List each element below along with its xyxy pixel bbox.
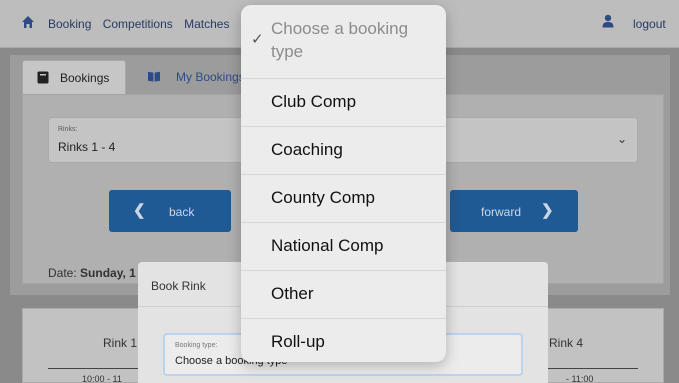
dropdown-option-label: Roll-up	[271, 332, 325, 351]
nav-booking-link[interactable]: Booking	[48, 17, 91, 31]
chevron-down-icon: ⌄	[617, 132, 628, 146]
dropdown-option-placeholder[interactable]: ✓ Choose a booking type	[241, 5, 446, 79]
tab-bookings[interactable]: Bookings	[22, 60, 126, 94]
book-icon	[37, 71, 49, 84]
tab-my-bookings[interactable]: My Bookings	[134, 60, 254, 94]
date-label: Date:	[48, 266, 77, 280]
forward-button-label: forward	[481, 205, 522, 219]
booking-type-dropdown: ✓ Choose a booking type Club Comp Coachi…	[241, 5, 446, 362]
booking-type-label: Booking type:	[175, 342, 218, 349]
nav-matches-link[interactable]: Matches	[184, 17, 229, 31]
dropdown-option-national-comp[interactable]: National Comp	[241, 223, 446, 271]
dropdown-option-club-comp[interactable]: Club Comp	[241, 79, 446, 127]
rink-1-header: Rink 1	[103, 336, 138, 350]
tab-bookings-label: Bookings	[60, 71, 110, 85]
dropdown-option-coaching[interactable]: Coaching	[241, 127, 446, 175]
checkmark-icon: ✓	[251, 31, 264, 48]
modal-title: Book Rink	[151, 279, 206, 293]
back-button[interactable]: ❮ back	[109, 190, 231, 232]
time-slot-left[interactable]: 10:00 - 11	[82, 374, 122, 383]
rink-4-header: Rink 4	[549, 336, 584, 350]
chevron-left-icon: ❮	[133, 202, 146, 219]
back-button-label: back	[169, 205, 195, 219]
tab-my-bookings-label: My Bookings	[176, 70, 245, 84]
home-icon[interactable]	[21, 15, 35, 29]
dropdown-option-other[interactable]: Other	[241, 271, 446, 319]
chevron-right-icon: ❯	[541, 202, 554, 219]
date-value: Sunday, 1	[80, 266, 136, 280]
dropdown-option-county-comp[interactable]: County Comp	[241, 175, 446, 223]
open-book-icon	[148, 71, 160, 82]
user-icon[interactable]	[602, 14, 614, 28]
date-display: Date: Sunday, 1	[48, 266, 136, 280]
forward-button[interactable]: forward ❯	[450, 190, 578, 232]
time-slot-right[interactable]: - 11:00	[566, 374, 593, 383]
logout-link[interactable]: logout	[633, 17, 666, 31]
dropdown-option-label: Other	[271, 284, 314, 303]
dropdown-option-label: County Comp	[271, 188, 375, 207]
dropdown-option-roll-up[interactable]: Roll-up	[241, 319, 446, 362]
rinks-select-value: Rinks 1 - 4	[58, 140, 116, 154]
dropdown-option-label: National Comp	[271, 236, 384, 255]
dropdown-option-label: Club Comp	[271, 92, 357, 111]
dropdown-option-placeholder-label: Choose a booking type	[271, 19, 409, 61]
dropdown-option-label: Coaching	[271, 140, 343, 159]
nav-competitions-link[interactable]: Competitions	[103, 17, 173, 31]
rinks-select-label: Rinks:	[58, 126, 78, 133]
nav-links: Booking Competitions Matches M	[48, 17, 259, 31]
